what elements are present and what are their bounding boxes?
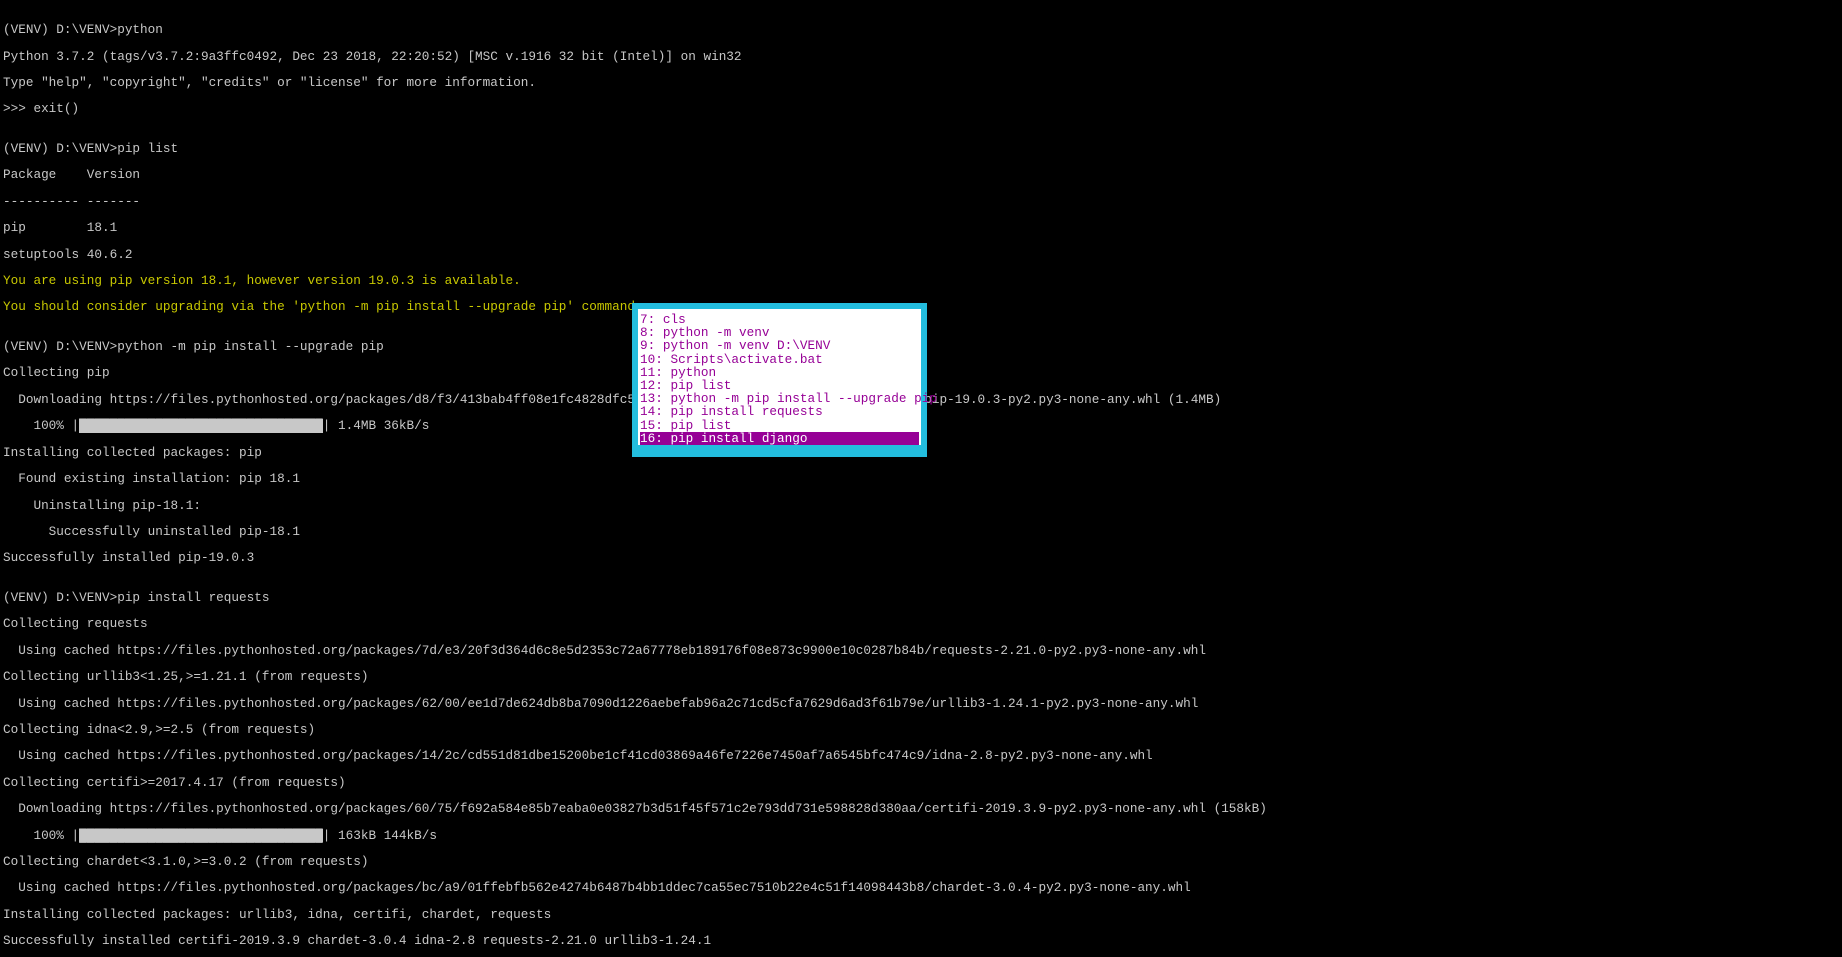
history-item[interactable]: 9: python -m venv D:\VENV — [640, 339, 919, 352]
output-line: Successfully installed pip-19.0.3 — [3, 551, 1842, 564]
output-line: Installing collected packages: urllib3, … — [3, 908, 1842, 921]
output-line: Successfully installed certifi-2019.3.9 … — [3, 934, 1842, 947]
output-line: Collecting chardet<3.1.0,>=3.0.2 (from r… — [3, 855, 1842, 868]
output-line: Python 3.7.2 (tags/v3.7.2:9a3ffc0492, De… — [3, 50, 1842, 63]
history-item[interactable]: 15: pip list — [640, 419, 919, 432]
output-line: Collecting requests — [3, 617, 1842, 630]
output-line: Package Version — [3, 168, 1842, 181]
history-item-selected[interactable]: 16: pip install django — [640, 432, 919, 445]
output-line: Using cached https://files.pythonhosted.… — [3, 644, 1842, 657]
output-line: (VENV) D:\VENV>pip list — [3, 142, 1842, 155]
output-line: Successfully uninstalled pip-18.1 — [3, 525, 1842, 538]
output-line: ---------- ------- — [3, 195, 1842, 208]
output-line: Collecting certifi>=2017.4.17 (from requ… — [3, 776, 1842, 789]
output-line: Collecting urllib3<1.25,>=1.21.1 (from r… — [3, 670, 1842, 683]
output-line: Downloading https://files.pythonhosted.o… — [3, 802, 1842, 815]
output-line: pip 18.1 — [3, 221, 1842, 234]
history-item[interactable]: 10: Scripts\activate.bat — [640, 353, 919, 366]
output-line: >>> exit() — [3, 102, 1842, 115]
output-line: Using cached https://files.pythonhosted.… — [3, 881, 1842, 894]
warning-line: You are using pip version 18.1, however … — [3, 274, 1842, 287]
history-item[interactable]: 14: pip install requests — [640, 405, 919, 418]
progress-bar: ████████████████████████████████ — [79, 829, 323, 842]
output-line: Found existing installation: pip 18.1 — [3, 472, 1842, 485]
command-history-popup[interactable]: 7: cls 8: python -m venv 9: python -m ve… — [632, 303, 927, 457]
output-line: Collecting idna<2.9,>=2.5 (from requests… — [3, 723, 1842, 736]
progress-line: 100% |████████████████████████████████| … — [3, 829, 1842, 842]
output-line: Type "help", "copyright", "credits" or "… — [3, 76, 1842, 89]
output-line: Using cached https://files.pythonhosted.… — [3, 749, 1842, 762]
output-line: Using cached https://files.pythonhosted.… — [3, 697, 1842, 710]
output-line: (VENV) D:\VENV>python — [3, 23, 1842, 36]
output-line: Uninstalling pip-18.1: — [3, 499, 1842, 512]
progress-bar: ████████████████████████████████ — [79, 419, 323, 432]
output-line: setuptools 40.6.2 — [3, 248, 1842, 261]
output-line: (VENV) D:\VENV>pip install requests — [3, 591, 1842, 604]
terminal-output[interactable]: (VENV) D:\VENV>python Python 3.7.2 (tags… — [0, 0, 1842, 957]
